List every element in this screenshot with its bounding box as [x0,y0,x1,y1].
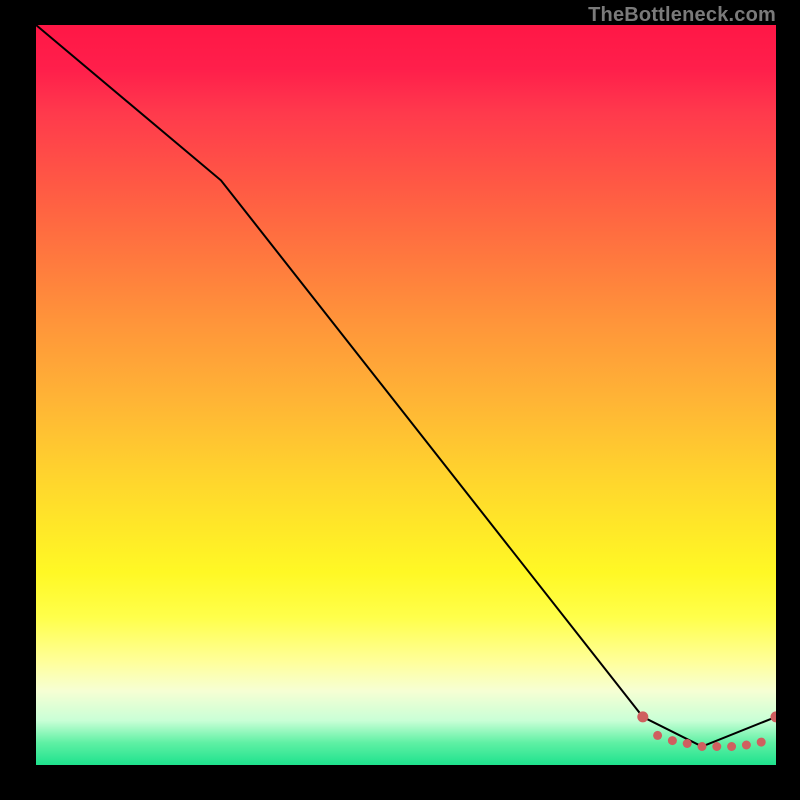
data-point [653,731,662,740]
chart-stage: TheBottleneck.com [0,0,800,800]
data-point [712,742,721,751]
watermark-text: TheBottleneck.com [588,4,776,27]
plot-area [36,25,776,765]
data-point [698,742,707,751]
data-point [742,741,751,750]
data-point [683,739,692,748]
chart-svg [36,25,776,765]
data-point [727,742,736,751]
data-point [637,711,648,722]
data-point [668,736,677,745]
data-point [771,711,777,722]
data-point [757,738,766,747]
main-curve [36,25,776,747]
